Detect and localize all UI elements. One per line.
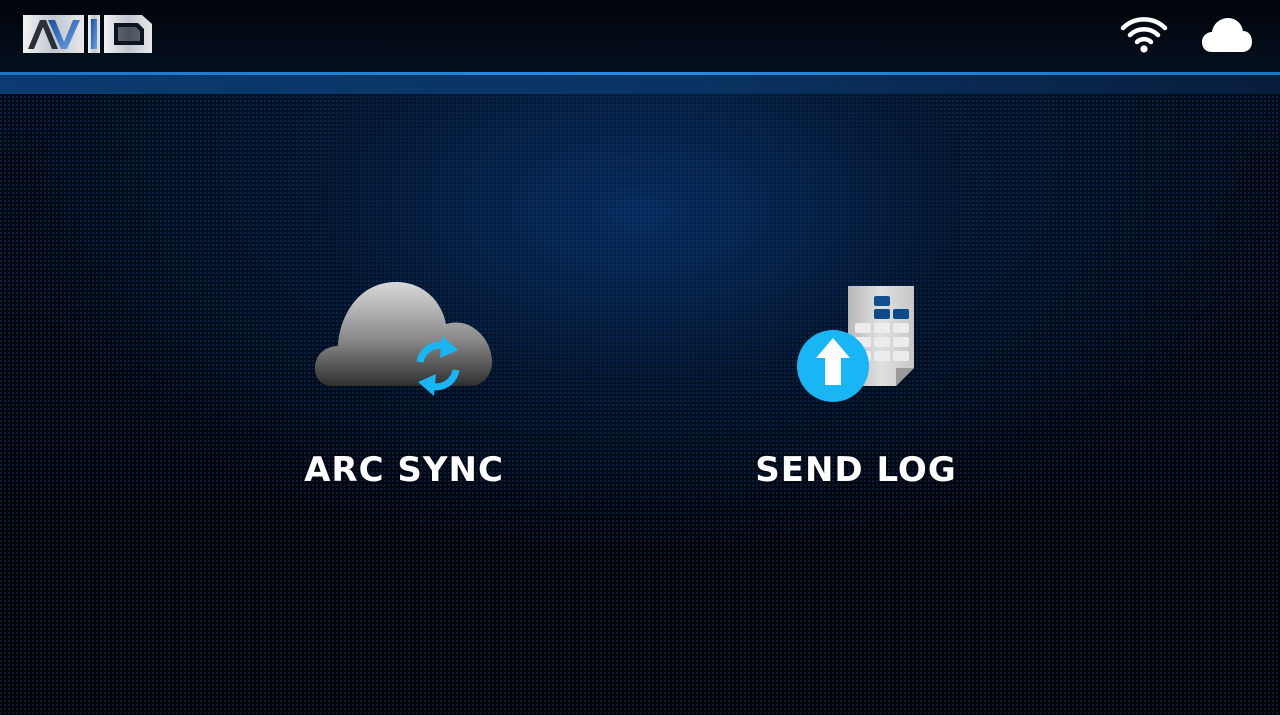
cloud-icon[interactable] bbox=[1200, 14, 1254, 54]
screen-background: ARC SYNC SEND LOG bbox=[0, 0, 1280, 715]
arc-sync-label: ARC SYNC bbox=[304, 450, 504, 490]
wifi-icon[interactable] bbox=[1120, 14, 1168, 56]
send-log-button[interactable]: SEND LOG bbox=[706, 270, 1006, 510]
arc-sync-button[interactable]: ARC SYNC bbox=[254, 270, 554, 510]
header-glow-band bbox=[0, 75, 1280, 94]
log-upload-icon bbox=[797, 286, 914, 402]
avid-logo bbox=[23, 15, 152, 53]
top-bar bbox=[0, 0, 1280, 72]
cloud-sync-icon bbox=[314, 282, 492, 396]
send-log-label: SEND LOG bbox=[755, 450, 957, 490]
